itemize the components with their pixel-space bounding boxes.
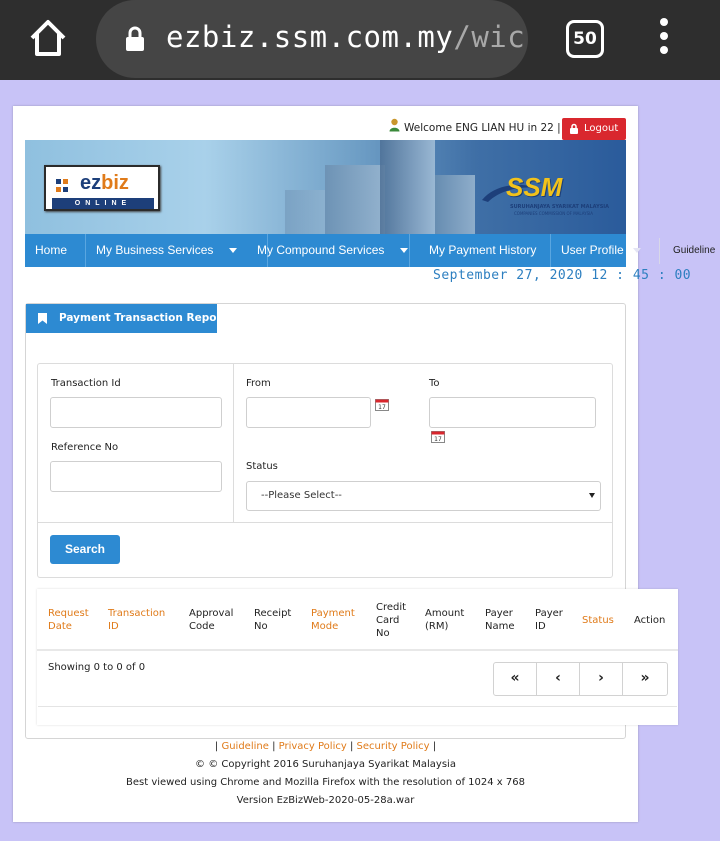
column-header-payer-name: Payer Name <box>485 608 515 632</box>
form-divider <box>233 364 234 522</box>
status-select[interactable]: --Please Select-- <box>246 481 601 511</box>
transaction-id-input[interactable] <box>50 397 222 428</box>
bookmark-icon <box>38 313 47 324</box>
lock-icon <box>570 123 578 134</box>
svg-text:17: 17 <box>434 436 442 443</box>
chevron-down-icon <box>400 248 409 254</box>
column-header-request-date[interactable]: Request Date <box>48 607 89 633</box>
welcome-message: Welcome ENG LIAN HU in 22 | <box>404 122 561 134</box>
url-host: ezbiz.ssm.com.my <box>166 20 454 54</box>
column-header-transaction-id[interactable]: Transaction ID <box>108 607 165 633</box>
footer-best-viewed: Best viewed using Chrome and Mozilla Fir… <box>126 777 525 788</box>
table-footer-divider <box>38 706 677 707</box>
ssm-caption: SURUHANJAYA SYARIKAT MALAYSIA <box>510 204 610 210</box>
from-label: From <box>246 378 271 389</box>
table-header: Request Date Transaction ID Approval Code R… <box>37 590 678 651</box>
svg-text:17: 17 <box>378 404 386 411</box>
column-header-approval-code: Approval Code <box>189 608 234 632</box>
search-button[interactable]: Search <box>50 535 120 564</box>
footer-version: Version EzBizWeb-2020-05-28a.war <box>236 795 415 806</box>
footer-security-link[interactable]: Security Policy <box>357 741 430 752</box>
tab-switcher-button[interactable]: 50 <box>566 20 604 58</box>
nav-divider <box>659 238 660 264</box>
footer-guideline-link[interactable]: Guideline <box>221 741 268 752</box>
ezbiz-online-label: ONLINE <box>52 198 154 209</box>
column-header-action: Action <box>634 615 666 626</box>
footer-copyright: © © Copyright 2016 Suruhanjaya Syarikat … <box>195 759 456 770</box>
column-header-credit-card-no: Credit Card No <box>376 602 407 639</box>
column-header-payment-mode[interactable]: Payment Mode <box>311 607 355 633</box>
footer-links: | Guideline | Privacy Policy | Security … <box>214 741 437 752</box>
column-header-payer-id: Payer ID <box>535 608 563 632</box>
last-page-button[interactable]: » <box>623 663 667 695</box>
pagination: « ‹ › » <box>493 662 668 696</box>
prev-page-button[interactable]: ‹ <box>537 663 580 695</box>
nav-home[interactable]: Home <box>25 234 86 267</box>
nav-my-compound-services[interactable]: My Compound Services <box>247 234 410 267</box>
transaction-id-label: Transaction Id <box>51 378 121 389</box>
to-label: To <box>429 378 440 389</box>
logout-button[interactable]: Logout <box>562 118 626 140</box>
current-datetime: September 27, 2020 12 : 45 : 00 <box>433 268 692 283</box>
header-banner: ezbiz ONLINE SSM SURUHANJAYA SYARIKAT MA… <box>25 140 626 235</box>
main-nav: Home My Business Services My Compound Se… <box>25 234 626 267</box>
nav-my-payment-history[interactable]: My Payment History <box>419 234 551 267</box>
next-page-button[interactable]: › <box>580 663 623 695</box>
logout-label: Logout <box>584 123 619 134</box>
browser-toolbar: ezbiz.ssm.com.my/wick 50 <box>0 0 720 80</box>
ssm-logo: SSM SURUHANJAYA SYARIKAT MALAYSIA COMPAN… <box>480 170 609 220</box>
form-divider <box>38 522 612 523</box>
ezbiz-logo[interactable]: ezbiz ONLINE <box>44 165 160 211</box>
table-info: Showing 0 to 0 of 0 <box>48 662 146 673</box>
from-date-input[interactable] <box>246 397 371 428</box>
chevron-down-icon <box>229 248 238 254</box>
status-label: Status <box>246 461 278 472</box>
column-header-receipt-no: Receipt No <box>254 608 292 632</box>
url-path: /wick <box>453 20 528 54</box>
calendar-icon[interactable]: 17 <box>431 430 445 443</box>
url-text: ezbiz.ssm.com.my/wick <box>166 20 528 54</box>
nav-guideline[interactable]: Guideline <box>673 234 715 267</box>
more-menu-icon[interactable] <box>654 18 674 60</box>
to-date-input[interactable] <box>429 397 596 428</box>
nav-my-business-services[interactable]: My Business Services <box>86 234 268 267</box>
nav-user-profile[interactable]: User Profile <box>551 234 626 267</box>
column-header-status[interactable]: Status <box>582 614 614 627</box>
chevron-down-icon <box>589 493 595 498</box>
reference-no-input[interactable] <box>50 461 222 492</box>
reference-no-label: Reference No <box>51 442 119 453</box>
address-bar[interactable]: ezbiz.ssm.com.my/wick <box>96 0 528 78</box>
ezbiz-wordmark: ezbiz <box>80 172 129 194</box>
calendar-icon[interactable]: 17 <box>375 398 389 411</box>
ezbiz-dots-icon <box>56 179 68 192</box>
user-icon <box>389 118 400 132</box>
ssm-wordmark: SSM <box>506 172 563 202</box>
home-icon[interactable] <box>28 16 68 60</box>
footer-privacy-link[interactable]: Privacy Policy <box>279 741 347 752</box>
column-header-amount: Amount (RM) <box>425 608 465 632</box>
status-select-value: --Please Select-- <box>261 490 342 501</box>
lock-icon <box>126 26 144 51</box>
chevron-down-icon[interactable] <box>633 248 641 254</box>
first-page-button[interactable]: « <box>494 663 537 695</box>
ssm-caption-en: COMPANIES COMMISSION OF MALAYSIA <box>514 211 594 216</box>
nav-overflow: Guideline <box>626 234 715 267</box>
panel-title: Payment Transaction Report <box>26 304 227 333</box>
